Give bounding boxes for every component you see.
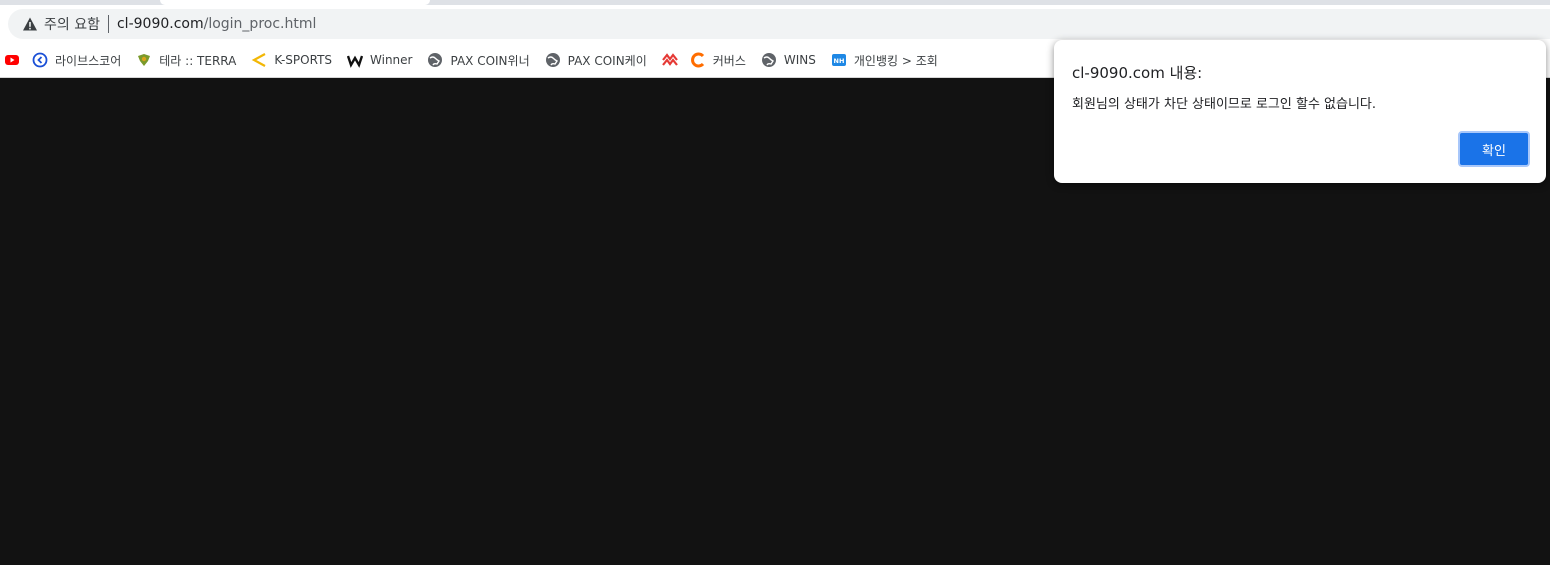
bookmark-nh-banking[interactable]: NH 개인뱅킹 > 조회	[831, 48, 938, 72]
bookmark-label: Winner	[370, 53, 413, 67]
bookmark-label: 테라 :: TERRA	[159, 53, 237, 68]
bookmark-livescore[interactable]: 라이브스코어	[32, 48, 121, 72]
bookmark-label: 개인뱅킹 > 조회	[853, 53, 938, 68]
toolbar: 주의 요함 cl-9090.com/login_proc.html	[0, 5, 1550, 43]
globe-icon	[761, 52, 777, 68]
ok-button[interactable]: 확인	[1458, 131, 1530, 167]
dialog-title: cl-9090.com 내용:	[1072, 64, 1203, 82]
nh-icon: NH	[831, 52, 847, 68]
bookmark-pax-coin-k[interactable]: PAX COIN케이	[545, 48, 647, 72]
bookmark-winner[interactable]: Winner	[347, 48, 412, 72]
bookmark-terra[interactable]: 테라 :: TERRA	[136, 48, 236, 72]
warning-triangle-icon[interactable]	[22, 16, 38, 32]
bookmark-label: 커버스	[712, 53, 746, 68]
dialog-message: 회원님의 상태가 차단 상태이므로 로그인 할수 없습니다.	[1072, 97, 1377, 112]
bookmark-label: WINS	[783, 53, 816, 67]
bookmark-label: 라이브스코어	[55, 53, 122, 68]
url-text[interactable]: cl-9090.com/login_proc.html	[117, 16, 316, 32]
youtube-icon	[4, 52, 20, 68]
globe-icon	[545, 52, 561, 68]
bookmark-pax-coin-winner[interactable]: PAX COIN위너	[427, 48, 530, 72]
svg-text:NH: NH	[833, 57, 844, 65]
winner-w-icon	[347, 52, 364, 68]
not-secure-label[interactable]: 주의 요함	[44, 14, 100, 34]
ksports-icon	[251, 52, 267, 68]
bookmark-label: PAX COIN위너	[450, 53, 530, 68]
address-bar[interactable]: 주의 요함 cl-9090.com/login_proc.html	[8, 9, 1550, 39]
alert-dialog: cl-9090.com 내용: 회원님의 상태가 차단 상태이므로 로그인 할수…	[1054, 40, 1546, 183]
bookmark-ksports[interactable]: K-SPORTS	[251, 48, 332, 72]
bookmark-wins[interactable]: WINS	[761, 48, 816, 72]
globe-icon	[427, 52, 443, 68]
url-host: cl-9090.com	[116, 16, 204, 32]
terra-icon	[136, 52, 152, 68]
bookmark-coverse[interactable]: 커버스	[690, 48, 746, 72]
zigzag-icon	[661, 52, 678, 68]
bookmark-zigzag[interactable]	[661, 48, 678, 72]
bookmark-label: PAX COIN케이	[567, 53, 647, 68]
omnibox-separator	[107, 15, 109, 33]
bookmark-label: K-SPORTS	[274, 53, 333, 67]
coverse-icon	[690, 52, 706, 68]
url-path: /login_proc.html	[203, 16, 317, 32]
bookmark-youtube[interactable]	[4, 48, 20, 72]
livescore-icon	[32, 52, 48, 68]
